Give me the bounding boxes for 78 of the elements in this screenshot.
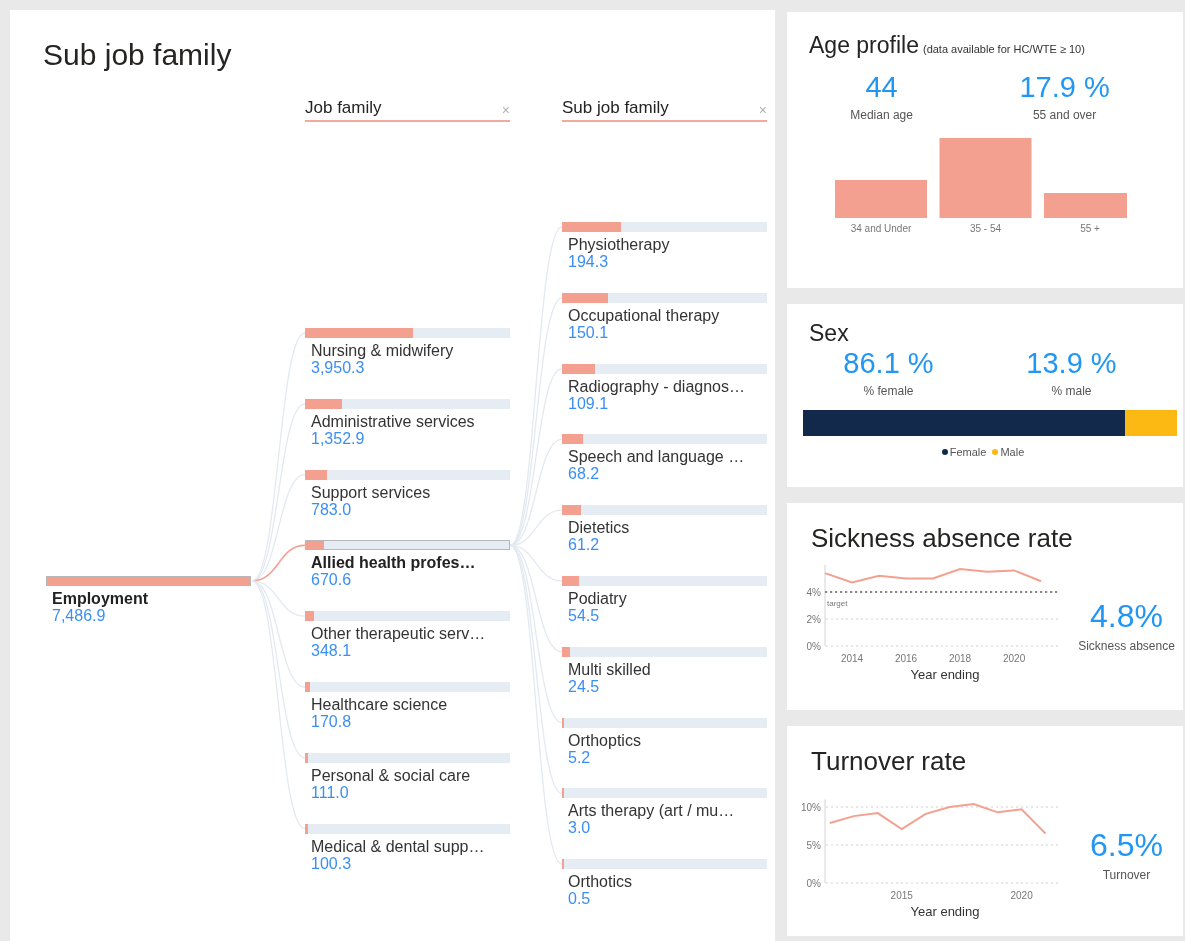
node-label[interactable]: Occupational therapy <box>568 306 767 325</box>
axis-tick: 2014 <box>840 653 864 664</box>
kpi-value: 6.5% <box>1089 826 1164 864</box>
node-value: 7,486.9 <box>52 608 107 624</box>
kpi-label: % male <box>1050 384 1093 398</box>
node-value: 150.1 <box>568 324 609 341</box>
node-value: 3.0 <box>568 820 592 837</box>
kpi-label: 55 and over <box>1031 108 1098 122</box>
axis-title: Year ending <box>910 667 980 682</box>
node-label[interactable]: Support services <box>311 483 510 502</box>
axis-tick: 2018 <box>948 653 972 664</box>
node-value: 61.2 <box>568 537 601 554</box>
axis-tick: 2% <box>806 614 821 625</box>
axis-tick: 2015 <box>890 890 913 901</box>
node-value: 170.8 <box>311 714 353 730</box>
node-label[interactable]: Orthotics <box>568 873 767 892</box>
axis-tick: 10% <box>801 802 821 813</box>
node-label[interactable]: Nursing & midwifery <box>311 342 510 360</box>
node-label[interactable]: Healthcare science <box>311 696 510 714</box>
axis-label: 35 - 54 <box>969 223 1002 234</box>
axis-tick: 2020 <box>1010 890 1033 901</box>
node-value: 783.0 <box>311 501 352 518</box>
axis-tick: 0% <box>806 878 821 889</box>
axis-label: 55 + <box>1080 223 1100 234</box>
axis-tick: 2020 <box>1002 653 1026 664</box>
axis-tick: 0% <box>806 641 821 652</box>
node-label[interactable]: Employment <box>52 590 251 608</box>
kpi-label: % female <box>862 384 915 398</box>
legend-label: Male <box>1000 446 1025 458</box>
kpi-value: 86.1 % <box>843 347 934 380</box>
kpi-value: 44 <box>864 71 899 104</box>
node-value: 670.6 <box>311 572 353 589</box>
node-label[interactable]: Medical & dental supp… <box>311 837 510 856</box>
kpi-label: Median age <box>850 108 913 122</box>
node-label[interactable]: Orthoptics <box>568 731 767 750</box>
node-value: 0.5 <box>568 891 592 908</box>
node-value: 194.3 <box>568 254 610 270</box>
kpi-label: Sickness absence <box>1077 638 1176 653</box>
kpi-value: 13.9 % <box>1026 347 1117 380</box>
node-label[interactable]: Dietetics <box>568 519 767 538</box>
page-title: Sub job family <box>42 37 233 73</box>
node-label[interactable]: Personal & social care <box>311 766 510 785</box>
axis-title: Year ending <box>910 904 980 919</box>
node-label[interactable]: Podiatry <box>568 590 767 608</box>
node-label[interactable]: Radiography - diagnos… <box>568 377 767 396</box>
node-value: 5.2 <box>568 749 591 766</box>
card-note: (data available for HC/WTE ≥ 10) <box>922 43 1085 55</box>
kpi-value: 4.8% <box>1089 597 1164 635</box>
node-value: 68.2 <box>568 466 601 483</box>
node-label[interactable]: Allied health profes… <box>311 554 510 573</box>
node-value: 1,352.9 <box>311 430 366 447</box>
axis-tick: 4% <box>806 587 821 598</box>
node-value: 100.3 <box>311 855 353 872</box>
node-value: 3,950.3 <box>311 360 366 376</box>
kpi-label: Turnover <box>1101 867 1152 882</box>
column-title: Sub job family <box>562 98 669 118</box>
node-label[interactable]: Other therapeutic serv… <box>311 625 510 644</box>
card-title: Turnover rate <box>810 745 968 777</box>
node-value: 24.5 <box>568 678 601 695</box>
target-label: target <box>827 599 848 608</box>
node-label[interactable]: Physiotherapy <box>568 236 767 254</box>
kpi-value: 17.9 % <box>1019 71 1110 104</box>
node-label[interactable]: Arts therapy (art / mu… <box>568 802 767 821</box>
card-title: Sickness absence rate <box>810 522 1074 554</box>
node-value: 111.0 <box>311 784 350 801</box>
legend-label: Female <box>949 446 987 458</box>
node-label[interactable]: Administrative services <box>311 412 510 431</box>
column-title: Job family <box>305 98 382 118</box>
node-value: 54.5 <box>568 608 601 624</box>
axis-tick: 5% <box>806 840 821 851</box>
card-title: Age profile <box>809 32 919 58</box>
node-label[interactable]: Speech and language … <box>568 448 767 467</box>
card-title: Sex <box>808 319 850 347</box>
axis-label: 34 and Under <box>850 223 912 234</box>
axis-tick: 2016 <box>894 653 918 664</box>
node-value: 348.1 <box>311 643 353 660</box>
node-value: 109.1 <box>568 395 609 412</box>
node-label[interactable]: Multi skilled <box>568 660 767 679</box>
